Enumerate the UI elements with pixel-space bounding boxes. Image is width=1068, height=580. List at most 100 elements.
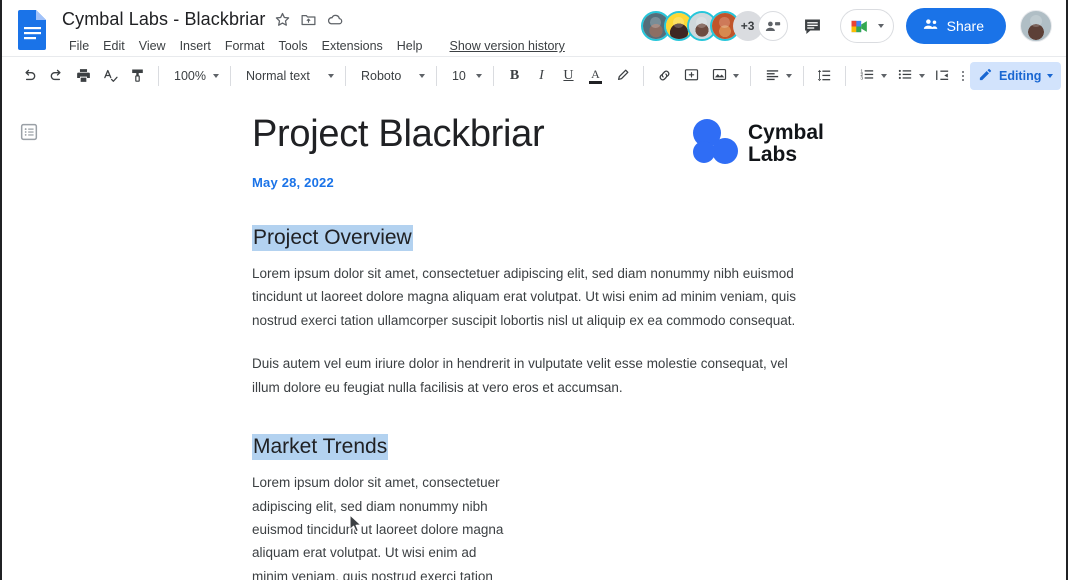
- collaborator-avatars: +3: [640, 11, 788, 41]
- numbered-list-dropdown[interactable]: 1 2 3: [853, 62, 891, 89]
- print-icon[interactable]: [70, 62, 97, 89]
- header-right-cluster: +3 Share: [640, 7, 1052, 45]
- chevron-down-icon: [475, 73, 482, 78]
- svg-text:Labs: Labs: [748, 143, 797, 166]
- paragraph: Lorem ipsum dolor sit amet, consectetuer…: [252, 266, 797, 328]
- bulleted-list-dropdown[interactable]: [891, 62, 929, 89]
- paragraph-style-value: Normal text: [245, 68, 310, 83]
- toolbar-divider: [642, 65, 644, 86]
- spellcheck-icon[interactable]: [97, 62, 124, 89]
- document-date: May 28, 2022: [252, 174, 334, 190]
- toolbar-divider: [844, 65, 846, 86]
- account-avatar[interactable]: [1020, 10, 1052, 42]
- title-block: Cymbal Labs - Blackbriar File Edit View …: [62, 6, 565, 58]
- chevron-down-icon: [327, 73, 334, 78]
- add-person-icon[interactable]: [757, 11, 788, 41]
- google-docs-logo-icon[interactable]: [16, 8, 50, 52]
- chevron-down-icon: [418, 73, 425, 78]
- menu-item-tools[interactable]: Tools: [271, 36, 314, 56]
- document-canvas: Project Blackbriar Cymbal Labs May 28, 2…: [2, 95, 1066, 580]
- heading-market-trends[interactable]: Market Trends: [252, 432, 389, 462]
- document-title[interactable]: Cymbal Labs - Blackbriar: [62, 9, 265, 30]
- menu-item-edit[interactable]: Edit: [96, 36, 132, 56]
- move-to-folder-icon[interactable]: [300, 11, 317, 28]
- menu-item-help[interactable]: Help: [390, 36, 430, 56]
- formatting-toolbar: 100% Normal text Roboto 10 B I U A 1 2 3…: [2, 56, 1066, 94]
- chevron-down-icon: [785, 73, 792, 78]
- app-header: Cymbal Labs - Blackbriar File Edit View …: [2, 0, 1066, 56]
- text-color-button[interactable]: A: [582, 62, 609, 89]
- heading-project-overview[interactable]: Project Overview: [252, 223, 413, 253]
- chevron-down-icon: [877, 24, 884, 28]
- google-meet-button[interactable]: [839, 9, 894, 43]
- underline-button[interactable]: U: [555, 62, 582, 89]
- bold-button[interactable]: B: [501, 62, 528, 89]
- insert-image-icon: [711, 66, 728, 86]
- menu-item-extensions[interactable]: Extensions: [315, 36, 390, 56]
- cymbal-labs-logo: Cymbal Labs: [688, 115, 838, 173]
- zoom-dropdown[interactable]: 100%: [166, 62, 223, 89]
- font-size-value: 10: [451, 68, 466, 83]
- italic-button[interactable]: I: [528, 62, 555, 89]
- show-version-history-link[interactable]: Show version history: [450, 39, 565, 53]
- menu-item-file[interactable]: File: [62, 36, 96, 56]
- chevron-down-icon: [732, 73, 739, 78]
- toolbar-divider: [749, 65, 751, 86]
- heading-project-overview-text: Project Overview: [252, 224, 413, 251]
- chevron-down-icon: [1047, 73, 1054, 78]
- decrease-indent-icon[interactable]: [929, 62, 956, 89]
- document-page[interactable]: Project Blackbriar Cymbal Labs May 28, 2…: [252, 95, 832, 580]
- add-comment-icon[interactable]: [678, 62, 705, 89]
- menu-item-format[interactable]: Format: [218, 36, 272, 56]
- title-icon-group: [274, 11, 343, 28]
- cloud-saved-icon[interactable]: [326, 11, 343, 28]
- comment-history-icon[interactable]: [794, 7, 832, 45]
- google-docs-window: Cymbal Labs - Blackbriar File Edit View …: [0, 0, 1068, 580]
- toolbar-divider: [435, 65, 437, 86]
- text-color-letter: A: [591, 66, 600, 81]
- paragraph: Lorem ipsum dolor sit amet, consectetuer…: [252, 475, 504, 580]
- chevron-down-icon: [212, 73, 219, 78]
- numbered-list-icon: 1 2 3: [859, 66, 876, 86]
- toolbar-divider: [229, 65, 231, 86]
- insert-image-dropdown[interactable]: [705, 62, 743, 89]
- chevron-down-icon: [918, 73, 925, 78]
- svg-text:Cymbal: Cymbal: [748, 121, 824, 144]
- chevron-down-icon: [880, 73, 887, 78]
- svg-text:3: 3: [860, 75, 863, 81]
- section-market-trends: Market Trends Lorem ipsum dolor sit amet…: [252, 399, 832, 580]
- menu-bar: File Edit View Insert Format Tools Exten…: [62, 34, 565, 58]
- font-family-dropdown[interactable]: Roboto: [353, 62, 429, 89]
- share-button-label: Share: [946, 18, 984, 34]
- text-color-swatch: [588, 80, 602, 84]
- editing-mode-dropdown[interactable]: Editing: [969, 61, 1062, 90]
- line-spacing-icon[interactable]: [811, 62, 838, 89]
- toolbar-divider: [158, 65, 159, 86]
- toolbar-more-options-icon[interactable]: [956, 62, 970, 89]
- font-size-dropdown[interactable]: 10: [444, 62, 486, 89]
- toolbar-divider: [344, 65, 346, 86]
- toolbar-divider: [802, 65, 804, 86]
- share-button[interactable]: Share: [905, 8, 1006, 44]
- editing-mode-label: Editing: [998, 68, 1042, 83]
- star-icon[interactable]: [274, 11, 291, 28]
- show-document-outline-icon[interactable]: [18, 121, 40, 143]
- paragraph: Duis autem vel eum iriure dolor in hendr…: [252, 356, 788, 395]
- menu-item-view[interactable]: View: [132, 36, 173, 56]
- heading-market-trends-text: Market Trends: [252, 433, 389, 460]
- undo-icon[interactable]: [16, 62, 43, 89]
- paint-format-icon[interactable]: [124, 62, 151, 89]
- title-row: Cymbal Labs - Blackbriar: [62, 6, 565, 32]
- section-project-overview: Project Overview Lorem ipsum dolor sit a…: [252, 190, 832, 399]
- font-family-value: Roboto: [360, 68, 402, 83]
- highlight-pen-icon[interactable]: [609, 62, 636, 89]
- align-left-icon: [764, 66, 781, 86]
- paragraph-style-dropdown[interactable]: Normal text: [238, 62, 338, 89]
- link-icon[interactable]: [651, 62, 678, 89]
- menu-item-insert[interactable]: Insert: [173, 36, 218, 56]
- share-person-icon: [922, 16, 939, 36]
- pencil-icon: [978, 67, 993, 85]
- align-dropdown[interactable]: [758, 62, 796, 89]
- zoom-value: 100%: [174, 68, 206, 83]
- redo-icon[interactable]: [43, 62, 70, 89]
